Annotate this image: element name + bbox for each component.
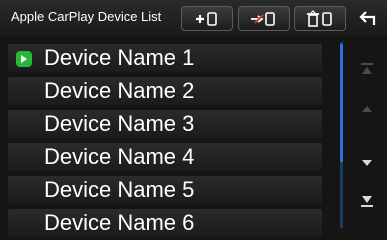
device-name: Device Name 5 [44,177,195,202]
scroll-up-icon [362,106,372,112]
device-row-5[interactable]: Device Name 5 [8,176,322,204]
back-arrow-icon [359,11,376,25]
back-button[interactable] [354,5,384,31]
device-name: Device Name 4 [44,144,195,169]
device-name: Device Name 6 [44,210,195,235]
device-list: Device Name 1 Device Name 2 Device Name … [8,44,322,240]
device-name: Device Name 1 [44,45,195,70]
device-name: Device Name 2 [44,78,195,103]
scroll-up-button[interactable] [355,98,379,120]
device-row-4[interactable]: Device Name 4 [8,143,322,171]
add-device-button[interactable] [181,6,233,31]
scroll-down-icon [362,160,372,166]
switch-device-icon [251,11,275,26]
switch-device-button[interactable] [238,6,290,31]
device-row-1[interactable]: Device Name 1 [8,44,322,72]
scrollbar-thumb[interactable] [340,44,343,162]
scroll-to-bottom-button[interactable] [355,190,379,212]
page-title: Apple CarPlay Device List [11,9,162,24]
add-device-icon [196,11,217,26]
device-row-3[interactable]: Device Name 3 [8,110,322,138]
scroll-down-button[interactable] [355,152,379,174]
device-row-6[interactable]: Device Name 6 [8,209,322,237]
title-bar: Apple CarPlay Device List [0,0,387,36]
scroll-to-top-button[interactable] [355,58,379,80]
device-name: Device Name 3 [44,111,195,136]
scroll-bottom-icon [361,196,373,207]
scroll-top-icon [361,63,373,74]
delete-device-icon [307,9,332,27]
carplay-connected-icon [16,51,32,67]
delete-device-button[interactable] [294,6,346,31]
device-row-2[interactable]: Device Name 2 [8,77,322,105]
